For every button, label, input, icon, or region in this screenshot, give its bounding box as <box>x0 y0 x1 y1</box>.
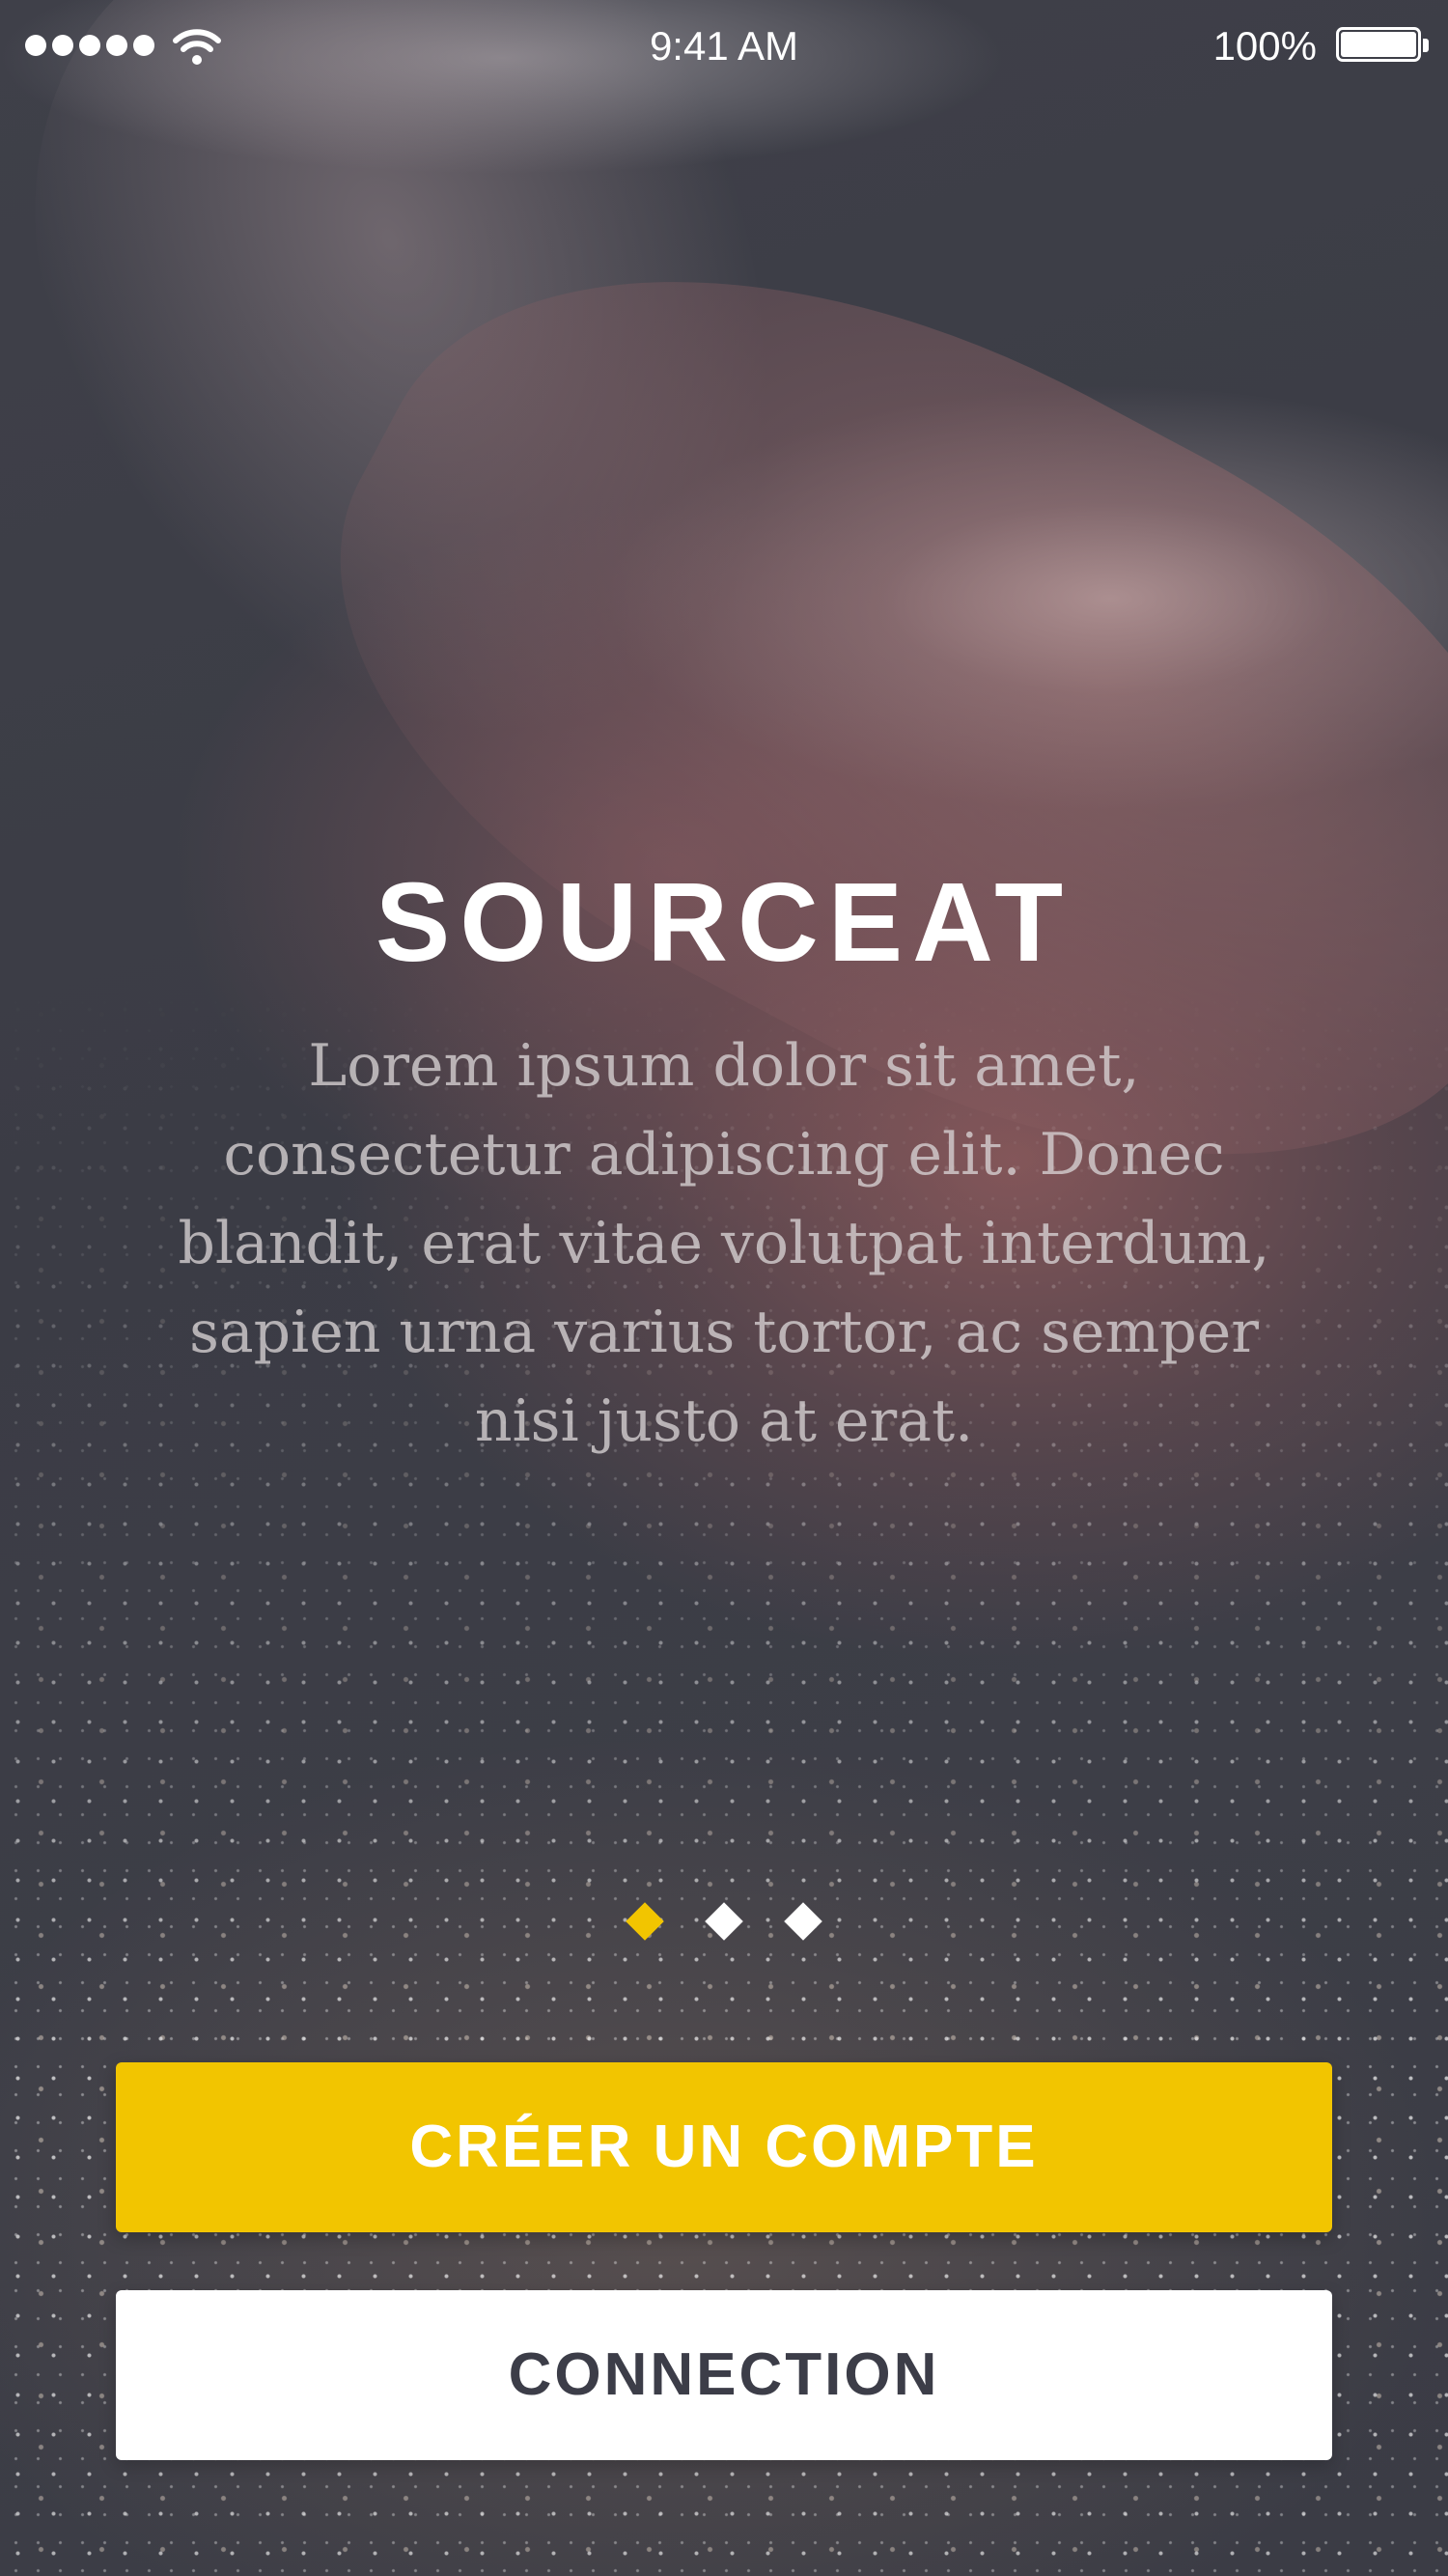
battery-fill <box>1341 32 1416 57</box>
page-dot[interactable] <box>784 1902 822 1941</box>
page-dot[interactable] <box>626 1902 664 1941</box>
battery-percentage: 100% <box>1212 23 1317 69</box>
page-dot[interactable] <box>705 1902 743 1941</box>
battery-icon <box>1336 27 1429 66</box>
page-indicator <box>0 1902 1448 1941</box>
onboarding-screen: 9:41 AM 100% SOURCEAT Lorem ipsum dolor … <box>0 0 1448 2576</box>
connection-button[interactable]: CONNECTION <box>116 2290 1332 2460</box>
create-account-button[interactable]: CRÉER UN COMPTE <box>116 2062 1332 2232</box>
app-description: Lorem ipsum dolor sit amet, consectetur … <box>178 1032 1270 1455</box>
status-bar: 9:41 AM 100% <box>0 0 1448 97</box>
app-title: SOURCEAT <box>375 859 1073 985</box>
battery-cap <box>1423 39 1429 52</box>
